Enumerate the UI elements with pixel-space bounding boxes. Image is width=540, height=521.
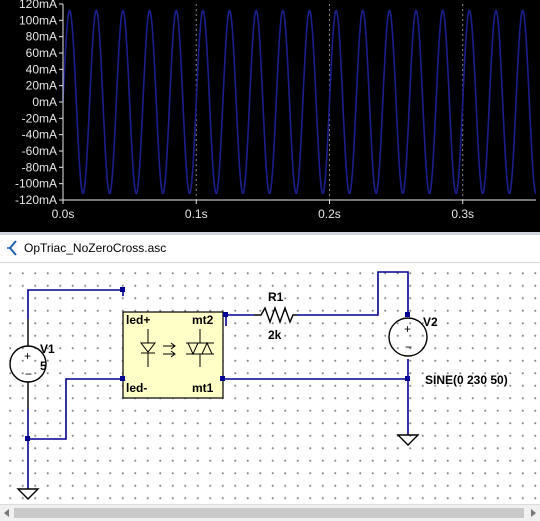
x-tick-label: 0.3s [451,207,474,221]
v1-value: 5 [40,359,47,373]
r1-resistor[interactable]: R1 2k [254,290,297,342]
v2-value: SINE(0 230 50) [425,373,508,387]
y-tick-label: -20mA [22,111,57,125]
ground-symbol [396,434,420,446]
v1-minus: − [25,367,32,381]
v1-source[interactable]: + − V1 5 [9,319,55,409]
current-trace [62,9,537,195]
junction-dot [25,436,30,441]
junction-dot [405,312,410,317]
opto-pin-led-minus: led- [126,381,147,395]
opto-pin-mt2: mt2 [192,313,214,327]
r1-symbol [254,305,297,325]
plot-svg: 120mA 100mA 80mA 60mA 40mA 20mA 0mA -20mA -40mA -… [15,0,537,221]
scroll-left-icon[interactable] [2,507,12,519]
x-tick-label: 0.0s [52,207,75,221]
y-tick-label: 0mA [32,95,57,109]
y-tick-label: 120mA [19,0,57,11]
schematic-titlebar[interactable]: OpTriac_NoZeroCross.asc [0,235,540,263]
y-tick-label: 80mA [26,30,57,44]
junction-dot [223,312,228,317]
y-tick-label: -100mA [15,177,57,191]
waveform-plot[interactable]: 120mA 100mA 80mA 60mA 40mA 20mA 0mA -20mA -40mA -… [0,0,540,232]
y-tick-label: -60mA [22,144,57,158]
v2-label: V2 [423,315,438,329]
wire-v1-top [27,289,124,319]
schematic-icon [7,240,17,256]
y-tick-label: -40mA [22,128,57,142]
y-tick-label: 100mA [19,13,57,27]
r1-label: R1 [268,290,284,304]
opto-pin-mt1: mt1 [192,381,214,395]
horizontal-scrollbar[interactable] [0,504,540,521]
y-tick-label: -80mA [22,160,57,174]
scrollbar-thumb[interactable] [14,508,524,518]
x-tick-label: 0.2s [318,207,341,221]
y-tick-label: 60mA [26,46,57,60]
junction-dot [220,376,225,381]
v2-minus: − [405,340,412,354]
y-tick-label: 20mA [26,79,57,93]
y-tick-label: -120mA [15,193,57,207]
v1-plus: + [24,349,31,363]
ground-symbol [16,488,40,500]
schematic-drawing: + − V1 5 led+ led- mt2 mt1 R1 2k + − V2 … [9,271,508,500]
schematic-title: OpTriac_NoZeroCross.asc [24,241,167,255]
opto-pin-led-plus: led+ [126,313,150,327]
junction-dot [120,376,125,381]
v2-plus: + [404,322,411,336]
wire-mt2-r1 [225,314,254,326]
wire-led-minus [28,378,123,440]
opto-triac[interactable]: led+ led- mt2 mt1 [122,311,224,399]
y-tick-label: 40mA [26,62,57,76]
scroll-right-icon[interactable] [528,507,538,519]
v1-label: V1 [40,342,55,356]
wire-r1-v2 [297,271,409,316]
schematic-window[interactable]: OpTriac_NoZeroCross.asc + − V1 5 led+ le… [0,232,540,521]
junction-dot [405,376,410,381]
junction-dot [120,287,125,292]
r1-value: 2k [268,328,282,342]
schematic-canvas[interactable]: + − V1 5 led+ led- mt2 mt1 R1 2k + − V2 … [0,263,540,507]
x-tick-label: 0.1s [185,207,208,221]
